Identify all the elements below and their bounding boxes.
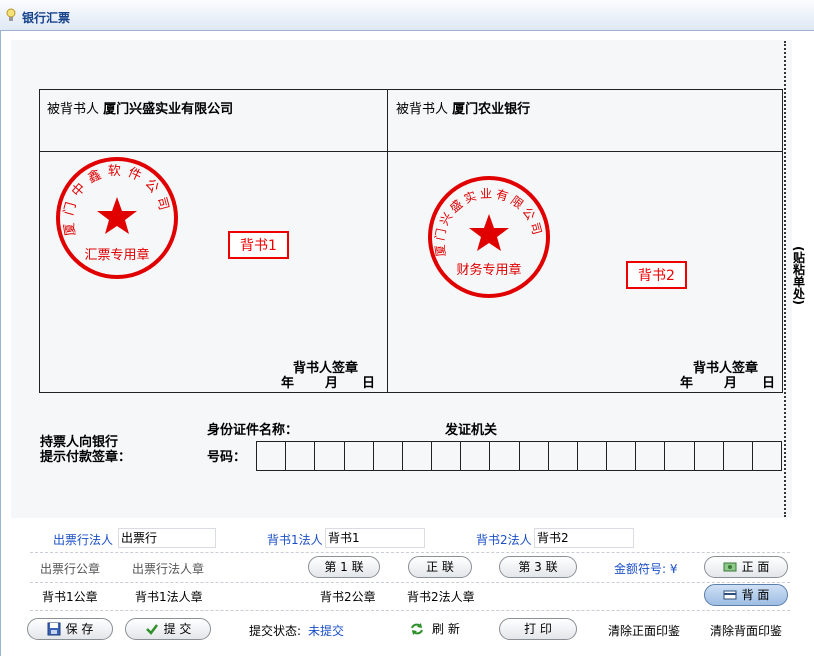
endorsee2-name: 厦门农业银行 — [452, 102, 531, 117]
refresh-icon — [411, 622, 423, 635]
refresh-button[interactable]: 刷 新 — [410, 620, 460, 637]
endorser2-person-seal-option[interactable]: 背书2法人章 — [407, 588, 475, 605]
stamp1-star-icon — [97, 197, 137, 234]
window-title: 银行汇票 — [22, 11, 71, 25]
id-number-cell[interactable] — [374, 442, 403, 470]
holder-line1: 持票人向银行 — [40, 435, 119, 450]
issuer-legal-input[interactable]: 出票行 — [118, 528, 216, 548]
submit-button[interactable]: 提 交 — [125, 618, 211, 640]
signer2-month: 月 — [724, 376, 738, 391]
lightbulb-icon — [6, 8, 16, 21]
signer1-day: 日 — [362, 376, 376, 391]
id-number-cell[interactable] — [549, 442, 578, 470]
id-number-cell[interactable] — [695, 442, 724, 470]
checkmark-icon — [145, 624, 158, 635]
copy1-label: 第 1 联 — [324, 560, 364, 574]
holder-line2: 提示付款签章： — [40, 450, 132, 465]
endorser2-legal-label: 背书2法人 — [476, 533, 532, 547]
copy3-button[interactable]: 第 3 联 — [499, 556, 577, 578]
id-number-cell[interactable] — [461, 442, 491, 470]
signer1-year: 年 — [281, 376, 295, 391]
separator-1 — [30, 552, 790, 553]
front-copy-label: 正 联 — [426, 560, 454, 574]
banknote-icon — [723, 562, 737, 572]
signer1-month: 月 — [325, 376, 339, 391]
separator-3 — [30, 610, 790, 611]
front-face-label: 正 面 — [741, 560, 770, 574]
endorser1-person-seal-option[interactable]: 背书1法人章 — [135, 588, 203, 605]
issuer-authority-label: 发证机关 — [445, 423, 498, 438]
separator-2 — [30, 582, 790, 583]
endorsee1-field: 被背书人 厦门兴盛实业有限公司 — [47, 98, 233, 117]
endorsee1-label: 被背书人 — [47, 102, 100, 117]
id-number-cell[interactable] — [607, 442, 637, 470]
submit-status-value: 未提交 — [308, 624, 345, 638]
endorse2-tag[interactable]: 背书2 — [626, 261, 687, 289]
id-number-cell[interactable] — [490, 442, 520, 470]
id-number-cell[interactable] — [724, 442, 753, 470]
stamp-zhongxin-draft-seal: 厦门中鑫软件公司 汇票专用章 — [56, 157, 178, 279]
endorse1-tag[interactable]: 背书1 — [228, 231, 289, 259]
clear-back-seal-button[interactable]: 清除背面印鉴 — [710, 622, 782, 639]
back-face-button[interactable]: 背 面 — [704, 584, 788, 606]
id-number-cell[interactable] — [753, 442, 781, 470]
id-number-grid[interactable] — [256, 441, 782, 471]
card-back-icon — [723, 590, 737, 600]
id-number-cell[interactable] — [432, 442, 462, 470]
front-copy-button[interactable]: 正 联 — [408, 556, 472, 578]
id-number-cell[interactable] — [286, 442, 316, 470]
endorsee1-name: 厦门兴盛实业有限公司 — [103, 102, 234, 117]
signer2-day: 日 — [762, 376, 776, 391]
endorser2-seal-option[interactable]: 背书2公章 — [320, 588, 376, 605]
copy1-button[interactable]: 第 1 联 — [308, 556, 380, 578]
stamp2-star-icon — [469, 214, 509, 251]
refresh-label: 刷 新 — [432, 622, 460, 636]
perforation-line — [784, 41, 786, 517]
print-label: 打 印 — [524, 622, 552, 636]
submit-label: 提 交 — [163, 622, 192, 636]
id-number-label: 号码： — [207, 450, 247, 465]
holder-signature-label: 持票人向银行 提示付款签章： — [40, 435, 131, 465]
issuer-legal-label: 出票行法人 — [53, 533, 114, 547]
stamp-xingsheng-finance-seal: 厦门兴盛实业有限公司 财务专用章 — [428, 176, 550, 298]
currency-symbol-label: 金额符号: ¥ — [614, 562, 678, 576]
submit-status-label: 提交状态: — [249, 624, 302, 638]
paste-area-label: (贴粘单处) — [789, 246, 807, 308]
stamp2-bottom-text: 财务专用章 — [456, 262, 521, 278]
issuer-seal-option[interactable]: 出票行公章 — [40, 560, 100, 577]
endorsee2-field: 被背书人 厦门农业银行 — [396, 98, 530, 117]
id-number-cell[interactable] — [345, 442, 374, 470]
box-divider-vertical — [387, 90, 388, 392]
id-number-cell[interactable] — [315, 442, 345, 470]
back-face-label: 背 面 — [741, 588, 770, 602]
signer2-year: 年 — [680, 376, 694, 391]
endorsee2-label: 被背书人 — [396, 102, 449, 117]
id-number-cell[interactable] — [578, 442, 608, 470]
id-name-label: 身份证件名称： — [207, 423, 299, 438]
paste-label-text: (贴粘单处) — [791, 246, 806, 305]
save-label: 保 存 — [65, 622, 94, 636]
print-button[interactable]: 打 印 — [499, 618, 577, 640]
id-number-cell[interactable] — [636, 442, 666, 470]
front-face-button[interactable]: 正 面 — [704, 556, 788, 578]
endorser1-seal-option[interactable]: 背书1公章 — [42, 588, 98, 605]
id-number-cell[interactable] — [665, 442, 695, 470]
title-bar: 银行汇票 — [0, 0, 814, 31]
clear-front-seal-button[interactable]: 清除正面印鉴 — [608, 622, 680, 639]
issuer-person-seal-option[interactable]: 出票行法人章 — [132, 560, 204, 577]
id-number-cell[interactable] — [403, 442, 433, 470]
endorser1-legal-input[interactable]: 背书1 — [325, 528, 425, 548]
copy3-label: 第 3 联 — [518, 560, 558, 574]
endorser1-legal-label: 背书1法人 — [267, 533, 323, 547]
box-divider-horizontal — [40, 151, 782, 152]
endorser2-legal-input[interactable]: 背书2 — [534, 528, 634, 548]
stamp1-bottom-text: 汇票专用章 — [84, 247, 149, 263]
save-button[interactable]: 保 存 — [27, 618, 113, 640]
id-number-cell[interactable] — [257, 442, 287, 470]
id-number-cell[interactable] — [520, 442, 549, 470]
floppy-disk-icon — [47, 622, 61, 636]
